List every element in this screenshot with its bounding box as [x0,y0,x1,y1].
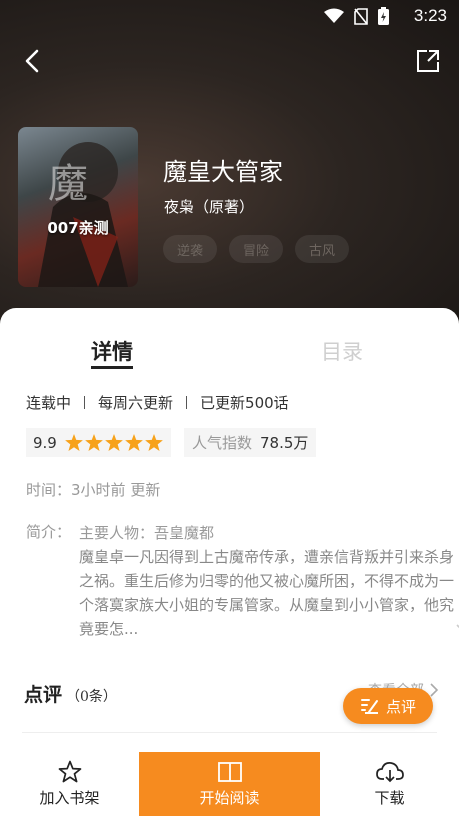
download-button[interactable]: 下载 [320,752,459,816]
update-schedule: 每周六更新 [98,394,174,412]
battery-charging-icon [378,7,389,25]
svg-text:魔: 魔 [48,161,88,207]
cloud-download-icon [375,761,404,782]
synopsis-text: 魔皇卓一凡因得到上古魔帝传承，遭亲信背叛并引来杀身之祸。重生后修为归零的他又被心… [79,548,455,638]
share-icon[interactable] [415,48,441,74]
detail-sheet: 详情 目录 连载中 每周六更新 已更新500话 9.9 人气指数 78.5万 时… [0,308,459,816]
book-cover[interactable]: 魔 007亲测 [18,127,138,287]
tag[interactable]: 古风 [295,235,350,263]
status-icons [324,7,389,25]
book-author: 夜枭（原著） [164,198,255,216]
star-icon [124,434,143,451]
rating-stars [64,434,163,451]
star-outline-icon [58,760,81,783]
rating-score: 9.9 [33,433,57,452]
tag[interactable]: 逆袭 [163,235,218,263]
status-bar: 3:23 [0,0,459,32]
book-icon [217,761,242,782]
status-time: 3:23 [413,6,447,25]
star-icon [84,434,103,451]
write-review-label: 点评 [385,697,416,716]
synopsis-body[interactable]: 主要人物：吾皇魔都 魔皇卓一凡因得到上古魔帝传承，遭亲信背叛并引来杀身之祸。重生… [79,521,459,641]
add-to-shelf-label: 加入书架 [39,789,100,807]
start-reading-button[interactable]: 开始阅读 [139,752,320,816]
rating-badge: 9.9 [26,428,171,457]
divider [22,732,437,733]
main-characters: 主要人物：吾皇魔都 [79,524,215,542]
tab-detail[interactable]: 详情 [91,336,133,369]
star-icon [104,434,123,451]
book-title: 魔皇大管家 [163,158,283,186]
divider [84,396,86,409]
synopsis-label: 简介： [26,523,72,541]
chevron-right-icon [430,683,439,697]
bottom-action-bar: 加入书架 开始阅读 下载 [0,752,459,816]
star-icon [64,434,83,451]
wifi-icon [324,8,344,23]
tag[interactable]: 冒险 [229,235,284,263]
cover-label: 007亲测 [47,219,109,237]
popularity-label: 人气指数 [192,434,253,452]
edit-icon [360,699,378,714]
write-review-button[interactable]: 点评 [343,688,433,724]
download-label: 下载 [374,788,405,807]
popularity-badge: 人气指数 78.5万 [184,428,317,457]
time-label: 时间： [26,481,72,499]
update-time: 时间：3小时前 更新 [26,479,160,500]
divider [186,396,188,409]
serial-info: 连载中 每周六更新 已更新500话 [26,392,289,413]
reviews-title: 点评 [24,684,63,706]
back-arrow-icon[interactable] [18,46,48,76]
chapter-count: 已更新500话 [200,394,289,412]
cover-artwork: 魔 [38,142,128,287]
serial-status: 连载中 [26,394,72,412]
start-reading-label: 开始阅读 [199,788,260,807]
add-to-shelf-button[interactable]: 加入书架 [0,752,139,816]
time-value: 3小时前 更新 [71,481,161,499]
tab-catalog[interactable]: 目录 [321,336,363,366]
reviews-count: （0条） [66,689,117,705]
tag-list: 逆袭 冒险 古风 [163,235,350,263]
reviews-heading: 点评 （0条） [24,680,117,707]
star-icon [144,434,163,451]
popularity-value: 78.5万 [260,434,309,452]
no-sim-icon [354,7,368,25]
